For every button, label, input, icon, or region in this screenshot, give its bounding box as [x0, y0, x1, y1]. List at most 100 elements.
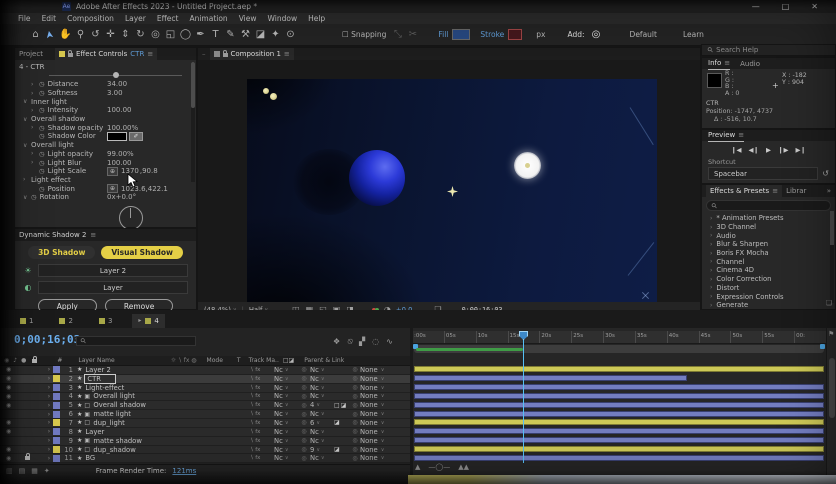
mode-select[interactable]: Nc ∨ — [274, 454, 298, 462]
timeline-layer-row[interactable]: ◉ › 10 ★ □ dup_shadow ∖ fx Nc ∨ ◎ 9 ∨ ◪ ◎ … — [0, 446, 410, 455]
stopwatch-icon[interactable]: ◷ — [39, 132, 45, 140]
layer-duration-bar[interactable] — [414, 375, 687, 382]
timeline-layer-row[interactable]: ◉ › 4 ★ ▣ Overall light ∖ fx Nc ∨ ◎ Nc ∨ ◎… — [0, 392, 410, 402]
hand-tool-icon[interactable]: ✋ — [58, 29, 73, 40]
timeline-layer-row[interactable]: ◉ › 5 ★ □ Overall shadow ∖ fx Nc ∨ ◎ 4 ∨ □… — [0, 401, 410, 411]
value-text[interactable]: 100.00 — [107, 106, 132, 114]
preserve-transparency-icon[interactable]: ◎ — [298, 446, 310, 453]
fx-badge[interactable]: ∖ fx — [250, 402, 274, 408]
twirl-icon[interactable]: › — [45, 402, 53, 409]
fill-label[interactable]: Fill — [438, 30, 448, 39]
fill-color-swatch[interactable] — [452, 29, 471, 40]
label-color-swatch[interactable] — [53, 428, 60, 436]
tab-composition[interactable]: Composition 1 ≡ — [209, 48, 294, 60]
mode-select[interactable]: Nc ∨ — [274, 410, 298, 418]
fx-badge[interactable]: ∖ fx — [250, 385, 274, 391]
tab-info[interactable]: Info ≡ — [708, 58, 731, 70]
trkmat-select[interactable]: Nc ∨ — [310, 366, 334, 374]
value-text[interactable]: 99.00% — [107, 150, 134, 158]
audio-column-icon[interactable]: ♪ — [13, 357, 17, 364]
mode-select[interactable]: Nc ∨ — [274, 437, 298, 445]
effects-search-field[interactable]: ⚲ — [706, 200, 831, 211]
menu-item[interactable]: Animation — [189, 14, 227, 23]
layer-name[interactable]: matte light — [93, 410, 131, 418]
menu-item[interactable]: File — [18, 14, 31, 23]
tab-effects-presets[interactable]: Effects & Presets ≡ — [706, 185, 783, 197]
effect-property-row[interactable]: › ◷ Light effect ✐ — [15, 176, 196, 185]
effects-category-item[interactable]: Blur & Sharpen — [702, 240, 835, 249]
trkmat-select[interactable]: Nc ∨ — [310, 410, 334, 418]
twirl-icon[interactable]: › — [45, 419, 53, 426]
label-color-swatch[interactable] — [53, 410, 60, 418]
current-time-display[interactable]: 0;00;16;03 — [14, 333, 80, 346]
property-value[interactable]: ⊕ 1023.6,422.1 — [107, 184, 169, 194]
eye-icon[interactable]: ◉ — [4, 428, 13, 435]
twirl-icon[interactable]: › — [45, 437, 53, 444]
mode-select[interactable]: Nc ∨ — [274, 392, 298, 400]
trkmat-select[interactable]: Nc ∨ — [310, 437, 334, 445]
rotation-tool-icon[interactable]: ↻ — [133, 29, 148, 40]
selection-tool-icon[interactable]: ➤ — [43, 29, 58, 40]
pick-whip-icon[interactable]: ⊕ — [107, 184, 119, 194]
timeline-layer-row[interactable]: ◉ › 8 ★ Layer ∖ fx Nc ∨ ◎ Nc ∨ ◎ None ∨ — [0, 428, 410, 437]
frame-render-time-value[interactable]: 121ms — [172, 467, 196, 475]
parent-select[interactable]: None ∨ — [360, 446, 410, 454]
time-ruler[interactable]: :00s 05s 10s 15s 20s 25s 30s 35s 40s 45s 50s 55s 00: — [413, 331, 826, 344]
panel-menu-icon[interactable]: ≡ — [90, 231, 96, 239]
preserve-transparency-icon[interactable]: ◎ — [298, 419, 310, 426]
camera-dolly-tool-icon[interactable]: ⇕ — [118, 29, 133, 40]
parent-pickwhip-icon[interactable]: ◎ — [350, 411, 360, 418]
effect-property-row[interactable]: ∨ ◷ Overall shadow ✐ — [15, 115, 196, 124]
add-circle-icon[interactable]: ◎ — [589, 29, 604, 40]
rotation-dial[interactable] — [119, 206, 143, 230]
effect-property-row[interactable]: ◷ Position ✐ ⊕ 1023.6,422.1 — [15, 184, 196, 194]
property-value[interactable]: 100.00 — [107, 159, 133, 167]
shadow-3d-button[interactable]: 3D Shadow — [28, 246, 96, 259]
visual-shadow-button[interactable]: Visual Shadow — [101, 246, 183, 259]
preserve-transparency-icon[interactable]: ◎ — [298, 366, 310, 373]
zoom-in-mountain-icon[interactable]: ▲▲ — [458, 463, 469, 471]
eyedropper-icon[interactable]: ✐ — [129, 131, 143, 141]
property-value[interactable]: 100.00% — [107, 124, 139, 132]
motion-blur-icon[interactable]: ◌ — [372, 337, 379, 347]
layer-name[interactable]: Layer — [85, 428, 104, 436]
last-frame-button[interactable]: ▶❙ — [795, 146, 805, 154]
fx-badge[interactable]: ∖ fx — [250, 376, 274, 382]
help-search-field[interactable]: ⚲ Search Help — [701, 44, 836, 56]
effect-property-row[interactable]: › ◷ Light opacity ✐ 99.00% — [15, 150, 196, 159]
value-text[interactable]: 1370 — [121, 167, 139, 175]
preserve-transparency-icon[interactable]: ◎ — [298, 455, 310, 462]
workspace-default-button[interactable]: Default — [630, 30, 657, 39]
new-panel-icon[interactable]: ❏ — [826, 299, 832, 307]
eraser-tool-icon[interactable]: ◪ — [253, 29, 268, 40]
effects-scrollbar[interactable] — [830, 211, 834, 303]
mode-select[interactable]: Nc ∨ — [274, 366, 298, 374]
parent-pickwhip-icon[interactable]: ◎ — [350, 428, 360, 435]
twirl-icon[interactable]: › — [31, 90, 36, 97]
tab-preview[interactable]: Preview ≡ — [708, 130, 745, 142]
twirl-icon[interactable]: › — [45, 411, 53, 418]
parent-pickwhip-icon[interactable]: ◎ — [350, 402, 360, 409]
parent-pickwhip-icon[interactable]: ◎ — [350, 393, 360, 400]
composition-frame[interactable] — [247, 79, 657, 302]
label-color-swatch[interactable] — [53, 419, 60, 427]
shape-tool-icon[interactable]: ◯ — [178, 29, 193, 40]
parent-pickwhip-icon[interactable]: ◎ — [350, 419, 360, 426]
effects-category-item[interactable]: Distort — [702, 284, 835, 293]
layer-duration-bar[interactable] — [414, 384, 824, 391]
layer-name[interactable]: BG — [85, 454, 95, 462]
clone-stamp-tool-icon[interactable]: ⚒ — [238, 29, 253, 40]
lock-icon[interactable] — [222, 50, 228, 57]
panel-menu-icon[interactable]: ≡ — [284, 50, 290, 58]
eye-icon[interactable]: ◉ — [4, 393, 13, 400]
trkmat-select[interactable]: 4 ∨ — [310, 401, 334, 409]
composition-viewer[interactable] — [198, 60, 700, 302]
effect-property-row[interactable]: ◷ Light Scale ✐ ⊕ 1370 ,90.8 — [15, 166, 196, 176]
layer-duration-bar[interactable] — [414, 454, 824, 461]
effect-property-row[interactable]: ◷ Shadow Color ✐ — [15, 131, 196, 141]
tab-project[interactable]: Project — [19, 50, 43, 58]
layer-duration-bar[interactable] — [414, 366, 824, 373]
parent-pickwhip-icon[interactable]: ◎ — [350, 437, 360, 444]
value-text-2[interactable]: ,90.8 — [140, 167, 158, 175]
eye-icon[interactable]: ◉ — [4, 455, 13, 462]
